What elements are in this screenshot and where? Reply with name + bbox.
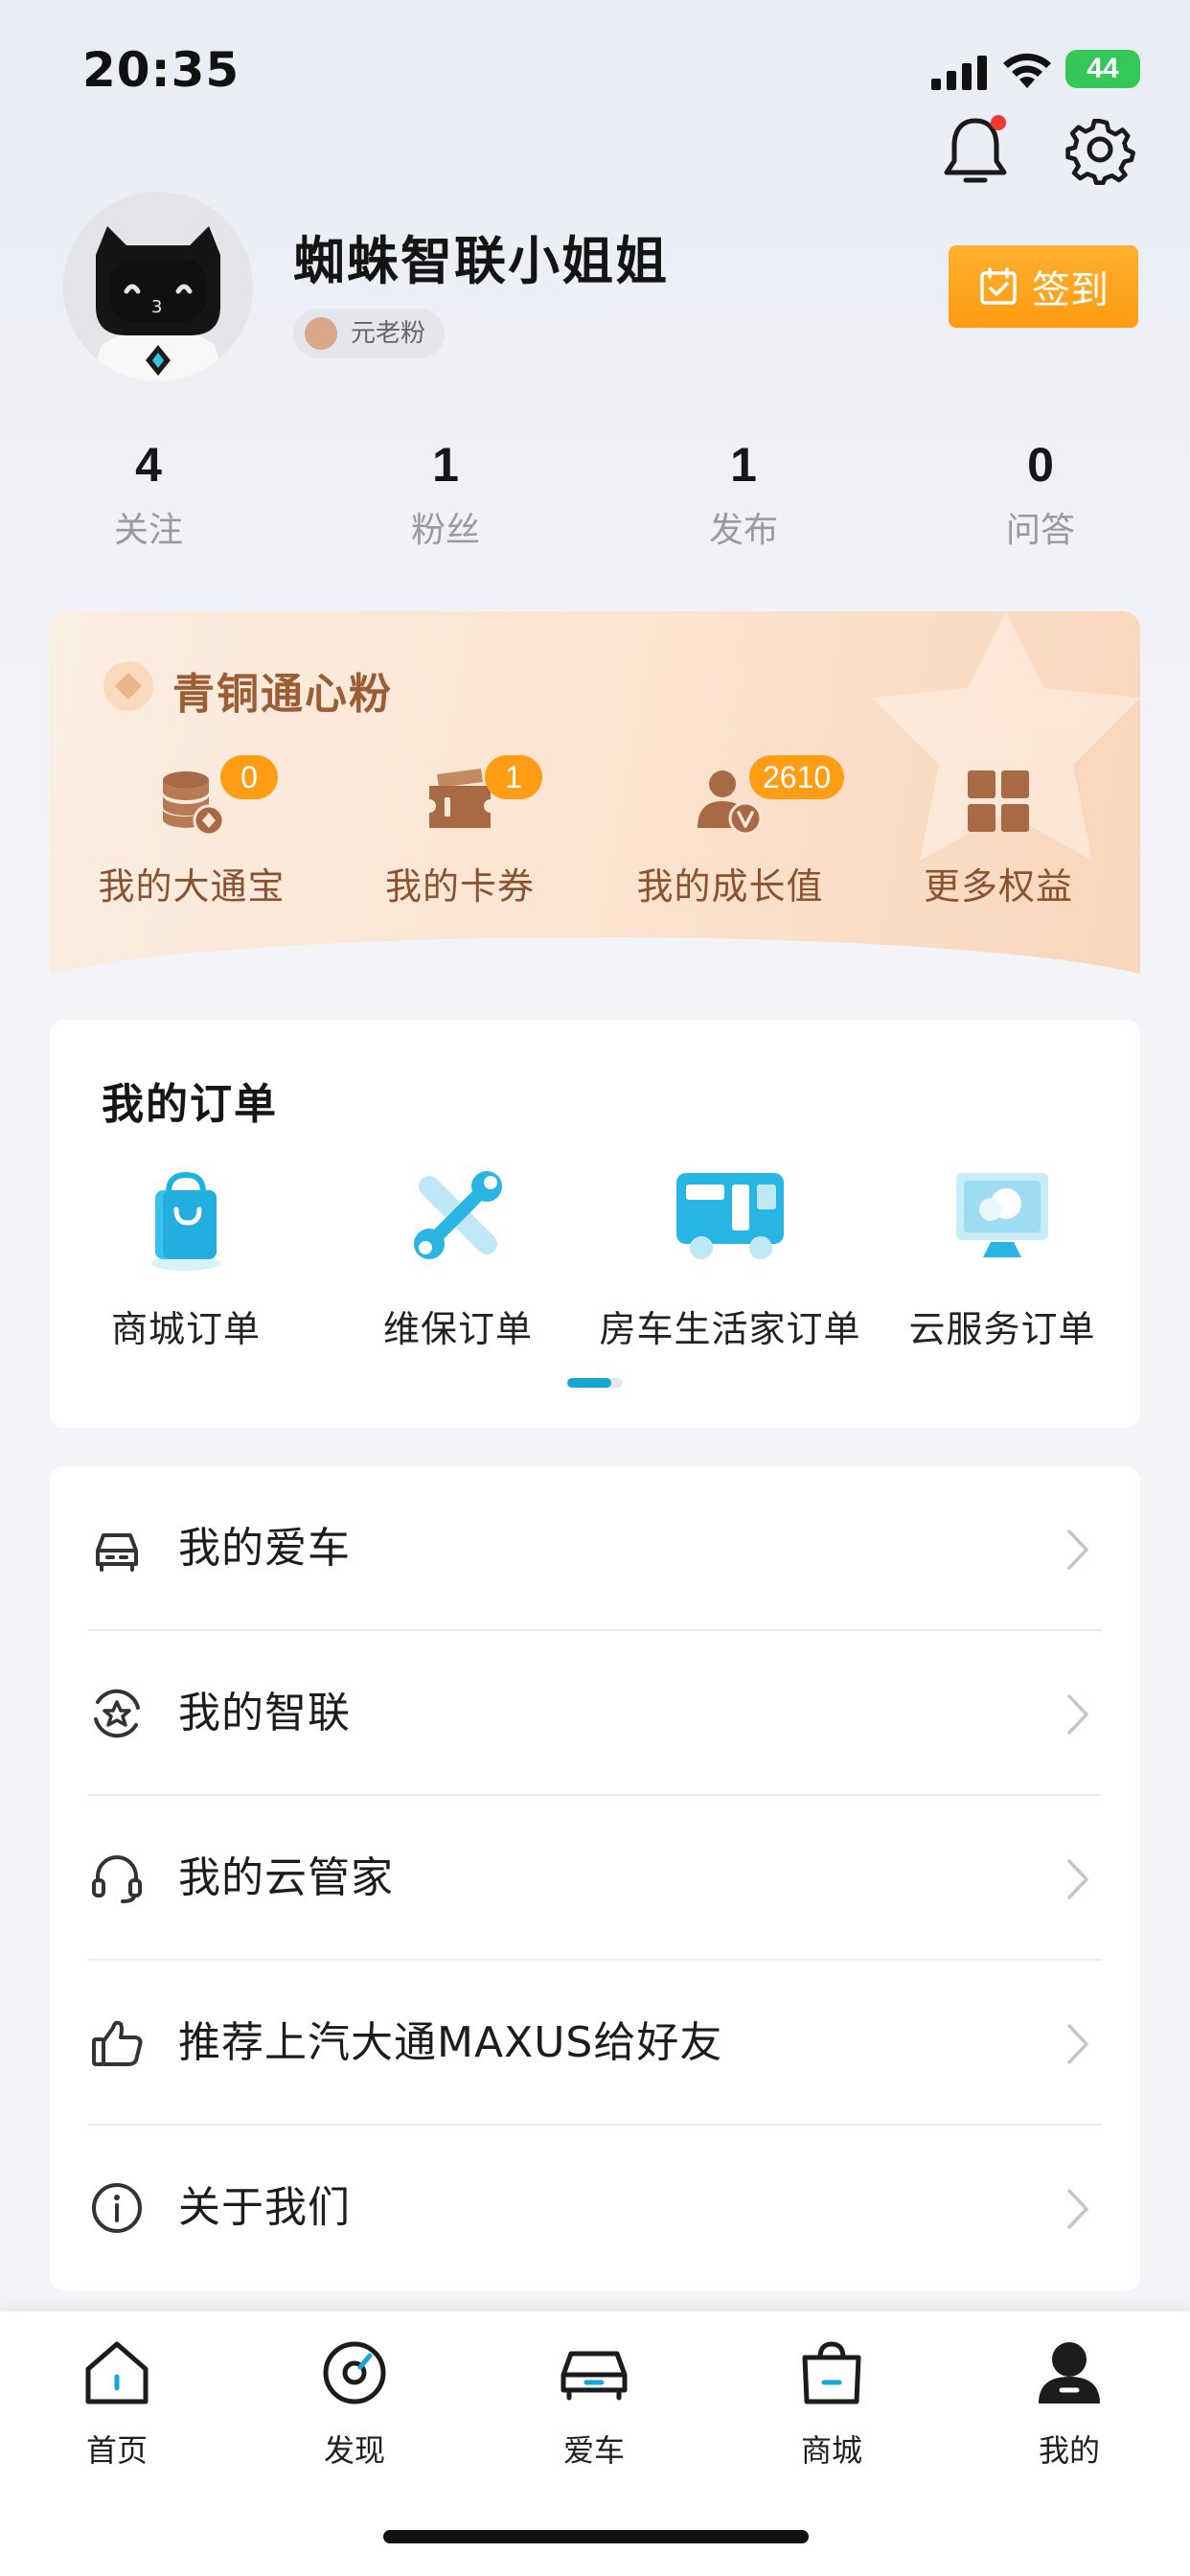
stat-label: 粉丝 xyxy=(410,511,480,550)
benefit-label: 我的大通宝 xyxy=(98,865,286,908)
menu-item-about[interactable]: 关于我们 xyxy=(88,2126,1102,2290)
tab-label: 爱车 xyxy=(562,2432,625,2469)
menu-item-my-car[interactable]: 我的爱车 xyxy=(88,1466,1102,1631)
wrench-icon xyxy=(414,1171,502,1259)
order-rv-life[interactable]: 房车生活家订单 xyxy=(594,1160,866,1352)
home-indicator xyxy=(383,2530,809,2543)
rv-icon xyxy=(676,1173,784,1259)
calendar-check-icon xyxy=(980,267,1017,305)
tab-label: 发现 xyxy=(323,2432,385,2469)
menu-label: 我的爱车 xyxy=(178,1524,351,1573)
benefit-count-badge: 2610 xyxy=(749,755,845,799)
order-label: 云服务订单 xyxy=(908,1308,1096,1350)
profile-stats: 4 关注 1 粉丝 1 发布 0 问答 xyxy=(0,431,1190,556)
order-label: 维保订单 xyxy=(382,1308,533,1350)
benefit-label: 我的成长值 xyxy=(636,865,824,908)
order-label: 房车生活家订单 xyxy=(599,1308,861,1350)
fan-level-badge[interactable]: 元老粉 xyxy=(293,309,446,358)
benefit-count-badge: 1 xyxy=(485,755,542,799)
chevron-right-icon xyxy=(1067,1694,1088,1735)
menu-item-cloud-butler[interactable]: 我的云管家 xyxy=(88,1796,1102,1961)
stat-following[interactable]: 4 关注 xyxy=(53,431,244,552)
tab-label: 商城 xyxy=(800,2432,862,2469)
discover-icon xyxy=(323,2341,386,2404)
username: 蜘蛛智联小姐姐 xyxy=(293,231,669,291)
fan-level-icon xyxy=(305,317,337,350)
menu-label: 我的智联 xyxy=(178,1689,351,1737)
checkin-button[interactable]: 签到 xyxy=(949,245,1138,328)
robot-avatar-icon: 3 xyxy=(63,192,253,381)
cloud-service-icon xyxy=(956,1173,1048,1257)
chevron-right-icon xyxy=(1067,2024,1088,2064)
tab-discover[interactable]: 发现 xyxy=(259,2334,450,2471)
settings-gear-icon[interactable] xyxy=(1064,113,1136,186)
thumbs-up-icon xyxy=(92,2020,143,2066)
shop-icon xyxy=(802,2341,861,2404)
svg-text:3: 3 xyxy=(151,297,162,317)
menu-item-recommend[interactable]: 推荐上汽大通MAXUS给好友 xyxy=(88,1961,1102,2126)
stat-qa[interactable]: 0 问答 xyxy=(945,431,1136,552)
orders-card: 我的订单 商城订单 维保订单 房车生活家订单 云服务订单 xyxy=(50,1020,1140,1428)
order-cloud-service[interactable]: 云服务订单 xyxy=(866,1160,1138,1352)
stat-value: 1 xyxy=(730,438,757,492)
tab-label: 首页 xyxy=(85,2432,148,2469)
car-icon xyxy=(96,1533,138,1572)
cellular-signal-icon xyxy=(931,56,987,90)
tab-shop[interactable]: 商城 xyxy=(736,2334,927,2471)
benefit-label: 更多权益 xyxy=(923,865,1073,908)
coins-icon xyxy=(163,771,225,837)
menu-item-smart-link[interactable]: 我的智联 xyxy=(88,1631,1102,1796)
wifi-icon xyxy=(1003,53,1051,88)
fan-level-label: 元老粉 xyxy=(351,319,426,348)
order-label: 商城订单 xyxy=(110,1308,261,1350)
tab-car[interactable]: 爱车 xyxy=(498,2334,690,2471)
benefit-more[interactable]: 更多权益 xyxy=(874,765,1123,909)
benefit-growth[interactable]: 2610 我的成长值 xyxy=(606,755,855,909)
tab-label: 我的 xyxy=(1038,2432,1100,2469)
smart-link-icon xyxy=(94,1689,140,1738)
stat-value: 0 xyxy=(1027,438,1054,492)
home-icon xyxy=(85,2341,149,2404)
menu-list: 我的爱车 我的智联 我的云管家 推荐上汽大通MAXUS给好友 关于我们 xyxy=(50,1466,1140,2290)
stat-label: 问答 xyxy=(1005,511,1075,550)
benefit-count-badge: 0 xyxy=(220,755,278,799)
chevron-right-icon xyxy=(1067,1859,1088,1899)
profile-icon xyxy=(1039,2342,1100,2404)
benefit-label: 我的卡券 xyxy=(384,865,535,908)
grid-icon xyxy=(968,770,1029,832)
stat-followers[interactable]: 1 粉丝 xyxy=(350,431,541,552)
status-time: 20:35 xyxy=(82,42,240,98)
battery-indicator: 44 xyxy=(1065,50,1140,88)
membership-card[interactable]: 青铜通心粉 0 我的大通宝 1 我的卡券 2610 我的成长值 更多权益 xyxy=(50,611,1140,976)
stat-label: 发布 xyxy=(708,511,778,550)
pager-indicator xyxy=(567,1378,611,1388)
card-curve xyxy=(50,937,1140,976)
avatar[interactable]: 3 xyxy=(63,192,253,381)
tier-icon xyxy=(103,661,153,711)
shopping-bag-icon xyxy=(151,1171,220,1271)
car-icon xyxy=(561,2351,628,2401)
headset-icon xyxy=(92,1855,142,1903)
stat-value: 4 xyxy=(135,438,162,492)
order-maintenance[interactable]: 维保订单 xyxy=(322,1160,594,1352)
stat-value: 1 xyxy=(432,438,459,492)
benefit-coupons[interactable]: 1 我的卡券 xyxy=(335,755,584,909)
menu-label: 推荐上汽大通MAXUS给好友 xyxy=(178,2018,723,2067)
menu-label: 我的云管家 xyxy=(178,1853,394,1902)
notification-dot xyxy=(991,115,1006,130)
info-icon xyxy=(92,2183,142,2233)
tab-me[interactable]: 我的 xyxy=(973,2334,1165,2471)
chevron-right-icon xyxy=(1067,2189,1088,2229)
stat-posts[interactable]: 1 发布 xyxy=(648,431,839,552)
stat-label: 关注 xyxy=(113,511,183,550)
orders-title: 我的订单 xyxy=(102,1080,278,1129)
chevron-right-icon xyxy=(1067,1530,1088,1570)
benefit-datongbao[interactable]: 0 我的大通宝 xyxy=(67,755,316,909)
menu-label: 关于我们 xyxy=(178,2183,351,2232)
checkin-label: 签到 xyxy=(1032,268,1109,312)
tab-home[interactable]: 首页 xyxy=(21,2334,213,2471)
tier-name: 青铜通心粉 xyxy=(172,670,393,719)
profile-page: 20:35 44 3 蜘蛛智联小姐姐 元老粉 签到 4 关注 1 粉丝 1 发布… xyxy=(0,0,1190,2576)
order-mall[interactable]: 商城订单 xyxy=(50,1160,322,1352)
